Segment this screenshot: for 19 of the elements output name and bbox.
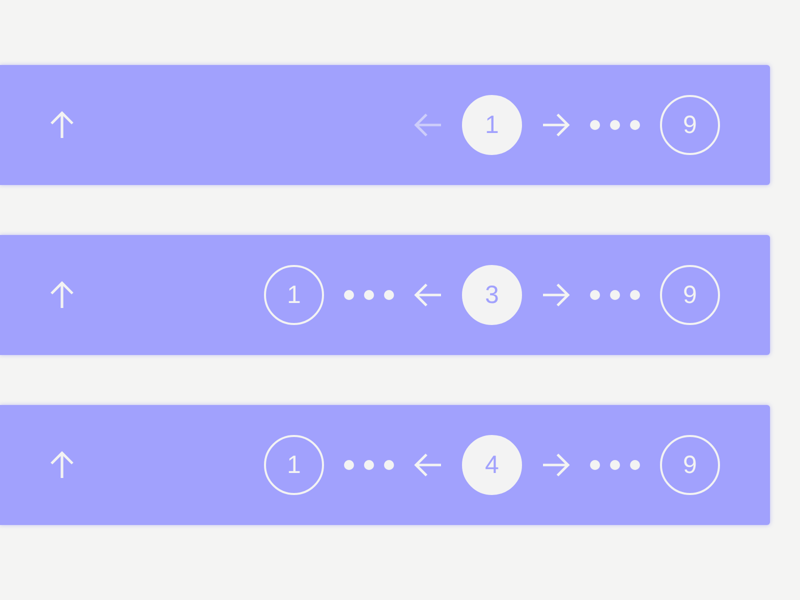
up-arrow-button[interactable] xyxy=(50,451,74,479)
ellipsis-icon xyxy=(344,290,394,300)
ellipsis-icon xyxy=(344,460,394,470)
ellipsis-icon xyxy=(590,120,640,130)
next-page-button[interactable] xyxy=(542,453,570,477)
up-arrow-button[interactable] xyxy=(50,281,74,309)
page-button[interactable]: 9 xyxy=(660,95,720,155)
page-button[interactable]: 9 xyxy=(660,435,720,495)
ellipsis-icon xyxy=(590,460,640,470)
up-arrow-button[interactable] xyxy=(50,111,74,139)
current-page-button[interactable]: 3 xyxy=(462,265,522,325)
current-page-button[interactable]: 4 xyxy=(462,435,522,495)
page-button[interactable]: 1 xyxy=(264,435,324,495)
ellipsis-icon xyxy=(590,290,640,300)
current-page-button[interactable]: 1 xyxy=(462,95,522,155)
page-button[interactable]: 1 xyxy=(264,265,324,325)
next-page-button[interactable] xyxy=(542,113,570,137)
page-button[interactable]: 9 xyxy=(660,265,720,325)
next-page-button[interactable] xyxy=(542,283,570,307)
